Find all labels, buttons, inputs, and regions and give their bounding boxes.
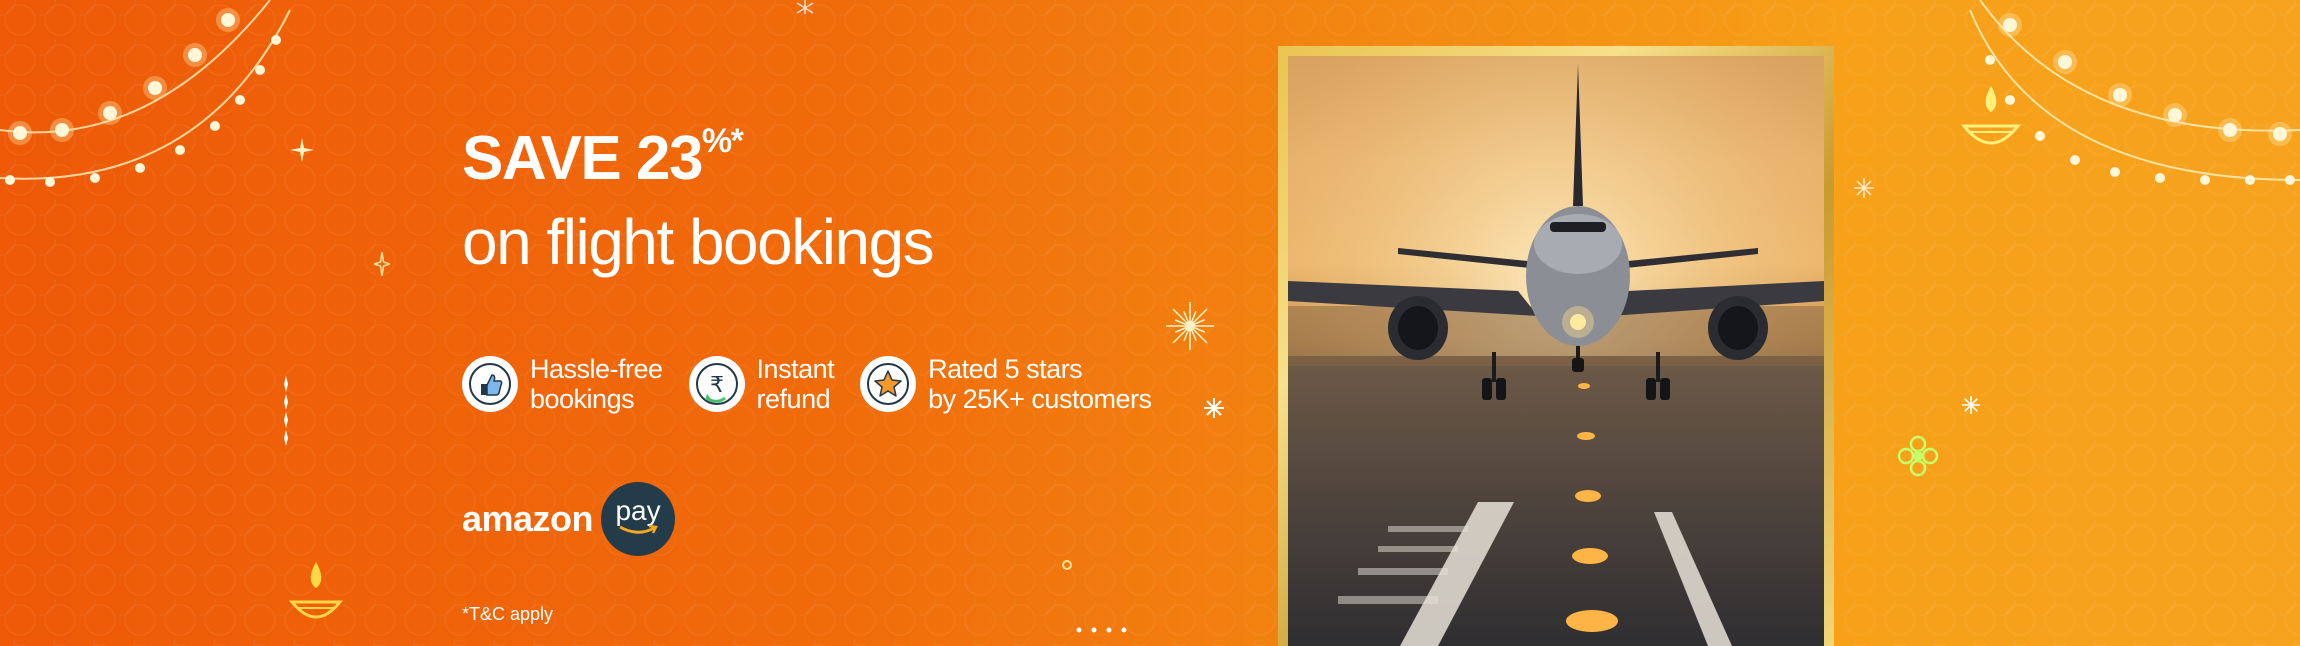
flower-icon (1896, 434, 1940, 483)
discount-value: SAVE 23 (462, 124, 703, 193)
feature-text: Hassle-free bookings (530, 354, 663, 414)
airplane-landing-photo (1288, 56, 1824, 646)
feature-item: ₹ Instant refund (688, 354, 835, 414)
diya-lamp-icon (1960, 86, 2022, 159)
feature-line-2: refund (756, 384, 831, 414)
starburst-icon (1164, 300, 1216, 357)
smile-arrow-icon (619, 525, 658, 534)
snowflake-icon (794, 0, 816, 21)
discount-suffix: %* (701, 122, 744, 160)
feature-line-1: Rated 5 stars (928, 354, 1083, 384)
discount-title: SAVE 23%* (462, 124, 933, 190)
dots-icon (1074, 622, 1134, 640)
feature-item: Rated 5 stars by 25K+ customers (860, 354, 1152, 414)
terms-note: *T&C apply (462, 604, 554, 624)
sparkle-icon (290, 138, 314, 167)
star-badge-icon (860, 356, 917, 412)
background-pattern (0, 0, 2300, 646)
photo-frame (1278, 46, 1834, 646)
offer-subtitle: on flight bookings (462, 206, 935, 278)
svg-text:₹: ₹ (710, 373, 724, 398)
diya-lamp-icon (288, 562, 344, 637)
ring-icon (1060, 558, 1074, 577)
feature-text: Instant refund (757, 354, 835, 414)
feature-line-2: bookings (530, 384, 635, 414)
amazon-pay-logo: amazon pay (462, 482, 676, 556)
feature-line-1: Hassle-free (530, 354, 663, 384)
snowflake-icon (1962, 396, 1980, 419)
feature-list: Hassle-free bookings ₹ Instant refund Ra… (462, 354, 1177, 414)
sparkle-chain-icon (278, 376, 294, 451)
feature-text: Rated 5 stars by 25K+ customers (928, 354, 1152, 414)
feature-line-2: by 25K+ customers (928, 384, 1152, 414)
feature-line-1: Instant (756, 354, 835, 384)
amazon-wordmark: amazon (462, 498, 594, 539)
snowflake-icon (1204, 398, 1224, 423)
feature-item: Hassle-free bookings (462, 354, 663, 414)
string-lights-left (0, 0, 300, 200)
pay-label: pay (615, 495, 661, 526)
thumbs-up-icon (462, 356, 518, 412)
promo-banner[interactable]: SAVE 23%* on flight bookings Hassle-free… (0, 0, 2300, 646)
sparkle-icon (371, 251, 393, 281)
pay-badge: pay (601, 482, 676, 556)
headline: SAVE 23%* on flight bookings (462, 124, 935, 278)
snowflake-icon (1854, 178, 1874, 203)
rupee-refund-icon: ₹ (688, 356, 745, 412)
